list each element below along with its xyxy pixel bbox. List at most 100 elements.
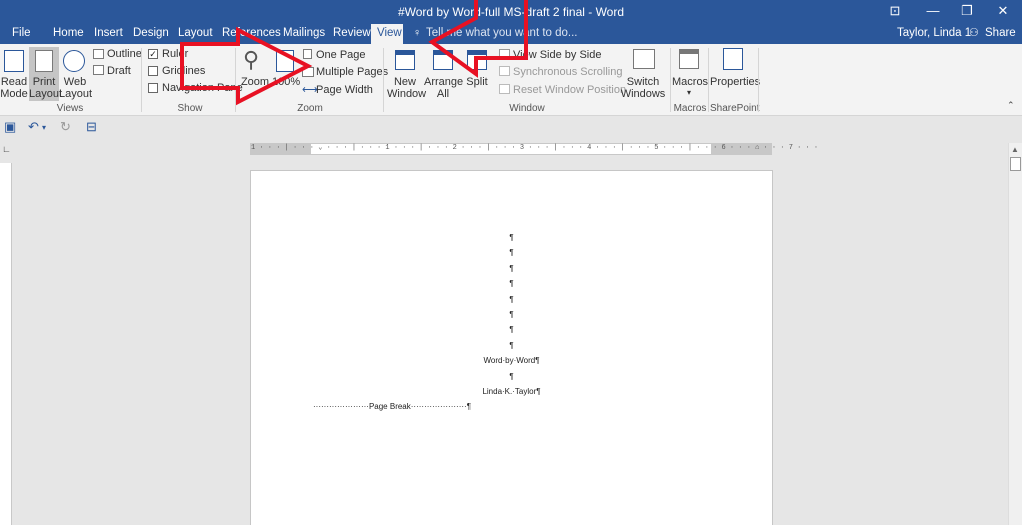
side-by-side-icon (499, 49, 510, 59)
tell-me-search[interactable]: Tell me what you want to do... (426, 24, 578, 44)
macros-icon (679, 49, 699, 69)
scroll-up-icon[interactable]: ▲ (1011, 145, 1019, 154)
synchronous-scrolling-button[interactable]: Synchronous Scrolling (513, 66, 622, 78)
ruler-checkbox[interactable]: ✓ (148, 49, 158, 59)
zoom-button[interactable]: Zoom (238, 76, 272, 88)
ribbon-tabs: File Home Insert Design Layout Reference… (0, 24, 1022, 44)
ruler-marks: 1 · · · | · · · ⌄ · · · | · · · 1 · · · … (251, 144, 819, 152)
separator (383, 48, 384, 112)
tab-design[interactable]: Design (127, 24, 175, 44)
sharepoint-group-label: SharePoint (710, 103, 760, 114)
switch-windows-icon (633, 49, 655, 69)
undo-dropdown-icon[interactable]: ▾ (42, 123, 46, 132)
new-window-icon (395, 50, 415, 70)
separator (670, 48, 671, 112)
empty-paragraph: ¶ (509, 248, 514, 257)
ribbon-display-options-icon[interactable]: ⊡ (876, 0, 914, 24)
scroll-thumb[interactable] (1010, 157, 1021, 171)
draft-icon (93, 65, 104, 75)
ruler-label: Ruler (162, 48, 189, 60)
multiple-pages-button[interactable]: Multiple Pages (316, 66, 388, 78)
arrange-all-button[interactable]: Arrange All (424, 76, 463, 100)
read-mode-icon (4, 50, 24, 72)
draft-button[interactable]: Draft (107, 65, 131, 77)
tab-layout[interactable]: Layout (172, 24, 219, 44)
empty-paragraph: ¶ (509, 264, 514, 273)
split-button[interactable]: Split (464, 76, 490, 88)
minimize-button[interactable]: — (914, 0, 952, 24)
reset-window-position-button[interactable]: Reset Window Position (513, 84, 626, 96)
chevron-down-icon[interactable]: ▾ (672, 87, 706, 99)
vertical-ruler[interactable] (0, 163, 12, 525)
print-layout-icon (35, 50, 53, 72)
undo-icon[interactable]: ↶ (28, 119, 39, 135)
web-layout-icon (63, 50, 85, 72)
ribbon: Read Mode Print Layout Web Layout Outlin… (0, 44, 1022, 116)
tab-review[interactable]: Review (327, 24, 377, 44)
one-page-button[interactable]: One Page (316, 49, 366, 61)
word-window: #Word by Word-full MS-draft 2 final - Wo… (0, 0, 1022, 525)
outline-button[interactable]: Outline (107, 48, 142, 60)
empty-paragraph: ¶ (509, 325, 514, 334)
collapse-ribbon-icon[interactable]: ⌃ (1007, 100, 1015, 111)
horizontal-ruler[interactable]: 1 · · · | · · · ⌄ · · · | · · · 1 · · · … (250, 143, 819, 155)
show-group-label: Show (177, 103, 203, 114)
split-icon (467, 50, 487, 70)
separator (758, 48, 759, 112)
document-page[interactable]: ¶ ¶ ¶ ¶ ¶ ¶ ¶ ¶ Word·by·Word¶ ¶ Linda·K.… (250, 170, 773, 525)
tab-mailings[interactable]: Mailings (277, 24, 331, 44)
separator (141, 48, 142, 112)
window-title: #Word by Word-full MS-draft 2 final - Wo… (397, 5, 625, 19)
new-window-button[interactable]: New Window (387, 76, 426, 100)
close-button[interactable]: ✕ (984, 0, 1022, 24)
cursor-paragraph: ¶ (509, 372, 514, 381)
gridlines-checkbox[interactable] (148, 66, 158, 76)
empty-paragraph: ¶ (509, 233, 514, 242)
quick-access-toolbar: ▣ ↶ ▾ ↻ ⊟ (0, 116, 1022, 138)
reset-position-icon (499, 84, 510, 94)
title-bar: #Word by Word-full MS-draft 2 final - Wo… (0, 0, 1022, 24)
separator (708, 48, 709, 112)
maximize-button[interactable]: ❐ (948, 0, 986, 24)
tab-stop-selector[interactable]: ∟ (2, 145, 12, 155)
share-button[interactable]: Share (985, 24, 1016, 44)
author-paragraph: Linda·K.·Taylor¶ (482, 387, 541, 396)
switch-windows-button[interactable]: Switch Windows (619, 76, 667, 100)
properties-icon (723, 48, 743, 70)
views-group-label: Views (56, 103, 84, 114)
multiple-pages-icon (302, 67, 314, 77)
print-layout-button[interactable]: Print Layout (29, 76, 62, 100)
gridlines-label: Gridlines (162, 65, 206, 77)
tab-insert[interactable]: Insert (88, 24, 129, 44)
page-break: ·····················Page Break·········… (313, 402, 471, 411)
macros-group-label: Macros (673, 103, 707, 114)
tab-view[interactable]: View (371, 24, 403, 44)
view-side-by-side-button[interactable]: View Side by Side (513, 49, 601, 61)
separator (235, 48, 236, 112)
customize-qat-icon[interactable]: ⊟ (86, 119, 97, 135)
hundred-percent-icon (276, 50, 294, 72)
arrange-all-icon (433, 50, 453, 70)
hundred-percent-button[interactable]: 100% (272, 76, 300, 88)
properties-button[interactable]: Properties (710, 76, 760, 88)
person-icon: ⚇ (969, 27, 979, 39)
page-width-button[interactable]: Page Width (316, 84, 373, 96)
save-icon[interactable]: ▣ (4, 119, 16, 135)
navigation-pane-label: Navigation Pane (162, 82, 243, 94)
zoom-group-label: Zoom (297, 103, 323, 114)
tab-home[interactable]: Home (47, 24, 90, 44)
redo-icon[interactable]: ↻ (60, 119, 71, 135)
web-layout-button[interactable]: Web Layout (59, 76, 92, 100)
lightbulb-icon: ♀ (413, 27, 422, 39)
title-paragraph: Word·by·Word¶ (483, 356, 540, 365)
user-name[interactable]: Taylor, Linda 1 (897, 24, 971, 44)
zoom-magnifier-icon: ⚲ (243, 47, 260, 72)
navigation-pane-checkbox[interactable] (148, 83, 158, 93)
vertical-scrollbar[interactable]: ▲ (1008, 143, 1022, 525)
sync-scroll-icon (499, 66, 510, 76)
empty-paragraph: ¶ (509, 279, 514, 288)
read-mode-button[interactable]: Read Mode (0, 76, 28, 100)
window-group-label: Window (509, 103, 545, 114)
tab-file[interactable]: File (6, 24, 37, 44)
outline-icon (93, 49, 104, 59)
